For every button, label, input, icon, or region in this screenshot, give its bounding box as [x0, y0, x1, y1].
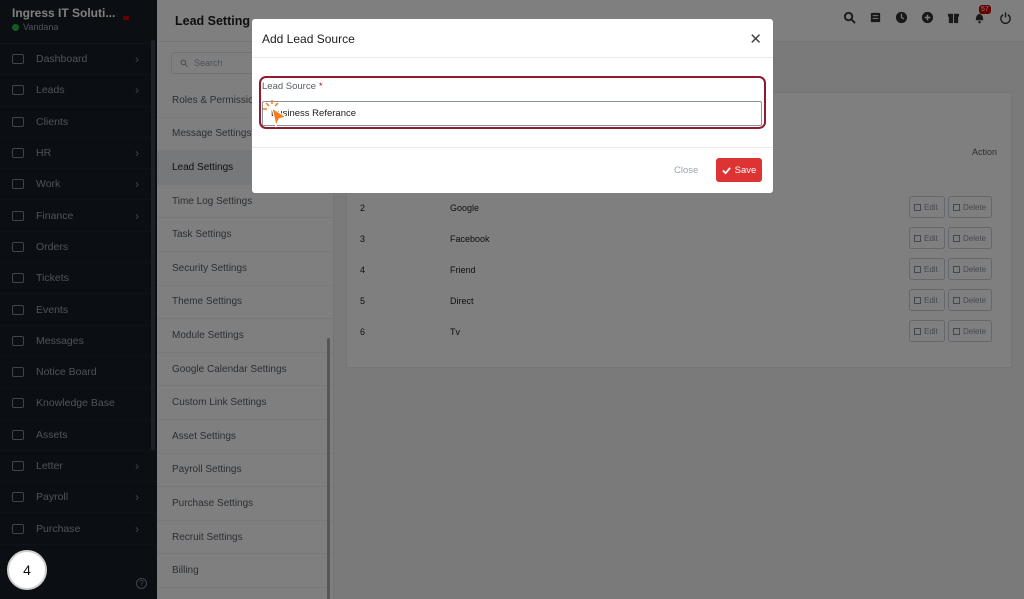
- modal-footer-divider: [252, 147, 773, 148]
- step-number-badge: 4: [7, 550, 47, 590]
- lead-source-input[interactable]: [262, 101, 762, 126]
- modal-title: Add Lead Source: [262, 32, 355, 46]
- save-button-label: Save: [734, 164, 757, 176]
- lead-source-label-text: Lead Source: [262, 81, 316, 92]
- modal-header-divider: [252, 57, 773, 58]
- lead-source-label: Lead Source *: [262, 81, 323, 92]
- add-lead-source-modal: Add Lead Source ✕ Lead Source* Close Sav…: [252, 19, 773, 193]
- save-button[interactable]: Save: [716, 158, 762, 182]
- click-cursor-icon: [263, 100, 288, 128]
- close-icon[interactable]: ✕: [749, 30, 762, 48]
- check-icon: [721, 166, 731, 175]
- close-button[interactable]: Close: [674, 165, 698, 176]
- required-mark: *: [318, 81, 323, 92]
